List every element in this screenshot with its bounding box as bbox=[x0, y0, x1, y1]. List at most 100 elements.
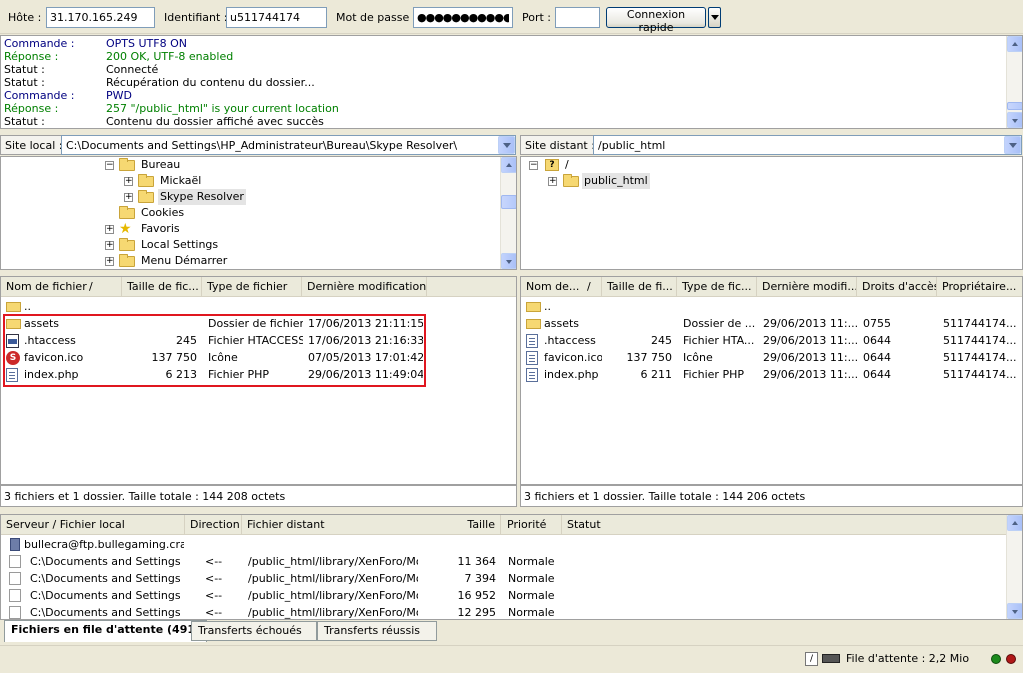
column-priority[interactable]: Priorité bbox=[502, 515, 562, 535]
column-status[interactable]: Statut bbox=[562, 515, 1022, 535]
password-input[interactable] bbox=[413, 7, 513, 28]
port-input[interactable] bbox=[555, 7, 600, 28]
queue-row[interactable]: C:\Documents and Settings\... <-- /publi… bbox=[1, 570, 1001, 587]
tree-node-local-settings[interactable]: + Local Settings bbox=[1, 237, 501, 253]
scroll-down-icon[interactable] bbox=[1007, 112, 1022, 128]
expand-icon[interactable]: + bbox=[105, 225, 114, 234]
column-modified[interactable]: Dernière modification bbox=[302, 277, 427, 297]
local-tree-scrollbar[interactable] bbox=[500, 157, 516, 269]
folder-icon bbox=[119, 238, 135, 251]
file-row[interactable]: index.php 6 213 Fichier PHP 29/06/2013 1… bbox=[1, 366, 427, 383]
file-row[interactable]: .. bbox=[521, 298, 1021, 315]
send-led-icon bbox=[991, 654, 1001, 664]
column-type[interactable]: Type de fichier bbox=[202, 277, 302, 297]
file-row[interactable]: index.php 6 211 Fichier PHP 29/06/2013 1… bbox=[521, 366, 1021, 383]
tab-failed-transfers[interactable]: Transferts échoués bbox=[191, 621, 317, 641]
message-log: Commande : OPTS UTF8 ON Réponse :200 OK, … bbox=[0, 35, 1023, 129]
folder-icon bbox=[526, 302, 541, 312]
folder-icon bbox=[138, 174, 154, 187]
scroll-up-icon[interactable] bbox=[1007, 36, 1022, 52]
folder-icon bbox=[526, 319, 541, 329]
queue-header: Serveur / Fichier local Direction Fichie… bbox=[1, 515, 1022, 535]
tree-node-menu-demarrer[interactable]: + Menu Démarrer bbox=[1, 253, 501, 269]
scroll-thumb[interactable] bbox=[1007, 102, 1022, 110]
port-label: Port : bbox=[522, 11, 552, 24]
status-bar: / File d'attente : 2,2 Mio bbox=[0, 645, 1023, 673]
scroll-down-icon[interactable] bbox=[501, 253, 516, 269]
file-row[interactable]: favicon.ico 137 750 Icône 29/06/2013 11:… bbox=[521, 349, 1021, 366]
tree-node-cookies[interactable]: Cookies bbox=[1, 205, 501, 221]
sort-indicator-icon: / bbox=[587, 280, 591, 293]
log-line: Statut : Connecté bbox=[4, 63, 159, 76]
tab-successful-transfers[interactable]: Transferts réussis bbox=[317, 621, 437, 641]
tree-node-public-html[interactable]: + public_html bbox=[521, 173, 1001, 189]
remote-site-label: Site distant : bbox=[520, 135, 600, 155]
queue-row[interactable]: C:\Documents and Settings\... <-- /publi… bbox=[1, 553, 1001, 570]
column-size[interactable]: Taille bbox=[411, 515, 501, 535]
local-path-dropdown[interactable] bbox=[498, 136, 515, 154]
file-icon bbox=[9, 606, 21, 619]
log-line: Commande : PWD bbox=[4, 89, 132, 102]
column-server-local[interactable]: Serveur / Fichier local bbox=[1, 515, 185, 535]
expand-icon[interactable]: + bbox=[105, 257, 114, 266]
queue-scrollbar[interactable] bbox=[1006, 515, 1022, 619]
column-size[interactable]: Taille de fi... bbox=[602, 277, 677, 297]
tree-node-bureau[interactable]: − Bureau bbox=[1, 157, 501, 173]
tree-node-skype-resolver[interactable]: + Skype Resolver bbox=[1, 189, 501, 205]
scroll-thumb[interactable] bbox=[501, 195, 516, 209]
file-icon bbox=[9, 589, 21, 602]
collapse-icon[interactable]: − bbox=[529, 161, 538, 170]
expand-icon[interactable]: + bbox=[105, 241, 114, 250]
column-permissions[interactable]: Droits d'accès bbox=[857, 277, 937, 297]
column-filename[interactable]: Nom de fichier / bbox=[1, 277, 122, 297]
scroll-up-icon[interactable] bbox=[1007, 515, 1022, 531]
file-row[interactable]: assets Dossier de ... 29/06/2013 11:... … bbox=[521, 315, 1021, 332]
tree-node-root[interactable]: − ? / bbox=[521, 157, 1001, 173]
queue-tabs: Fichiers en file d'attente (491) Transfe… bbox=[0, 620, 1023, 642]
folder-icon bbox=[119, 158, 135, 171]
collapse-icon[interactable]: − bbox=[105, 161, 114, 170]
receive-led-icon bbox=[1006, 654, 1016, 664]
user-input[interactable] bbox=[226, 7, 327, 28]
column-modified[interactable]: Dernière modifi... bbox=[757, 277, 857, 297]
unknown-folder-icon: ? bbox=[545, 159, 559, 171]
remote-path-dropdown[interactable] bbox=[1004, 136, 1021, 154]
file-row[interactable]: S favicon.ico 137 750 Icône 07/05/2013 1… bbox=[1, 349, 427, 366]
folder-icon bbox=[138, 190, 154, 203]
expand-icon[interactable]: + bbox=[548, 177, 557, 186]
queue-row[interactable]: C:\Documents and Settings\... <-- /publi… bbox=[1, 604, 1001, 619]
file-row[interactable]: .htaccess 245 Fichier HTACCESS 17/06/201… bbox=[1, 332, 427, 349]
expand-icon[interactable]: + bbox=[124, 177, 133, 186]
scroll-down-icon[interactable] bbox=[1007, 603, 1022, 619]
column-size[interactable]: Taille de fic... bbox=[122, 277, 202, 297]
star-icon: ★ bbox=[119, 221, 132, 237]
tab-queued-files[interactable]: Fichiers en file d'attente (491) bbox=[4, 620, 208, 642]
local-site-bar: Site local : C:\Documents and Settings\H… bbox=[0, 134, 517, 156]
quickconnect-button[interactable]: Connexion rapide bbox=[606, 7, 706, 34]
local-tree: − Bureau + Mickaël + Skype Resolver Cook… bbox=[0, 156, 517, 270]
expand-icon[interactable]: + bbox=[124, 193, 133, 202]
host-label: Hôte : bbox=[8, 11, 42, 24]
column-owner[interactable]: Propriétaire... bbox=[937, 277, 1022, 297]
file-row[interactable]: .htaccess 245 Fichier HTA... 29/06/2013 … bbox=[521, 332, 1021, 349]
file-icon bbox=[9, 572, 21, 585]
file-row[interactable]: .. bbox=[1, 298, 427, 315]
remote-file-list: Nom de... / Taille de fi... Type de fic..… bbox=[520, 276, 1023, 485]
tree-node-mickael[interactable]: + Mickaël bbox=[1, 173, 501, 189]
quickconnect-history-dropdown[interactable] bbox=[708, 7, 721, 28]
queue-server-row[interactable]: bullecra@ftp.bullegaming.cra... bbox=[1, 536, 1001, 553]
column-direction[interactable]: Direction bbox=[185, 515, 242, 535]
queue-row[interactable]: C:\Documents and Settings\... <-- /publi… bbox=[1, 587, 1001, 604]
host-input[interactable] bbox=[46, 7, 155, 28]
scroll-up-icon[interactable] bbox=[501, 157, 516, 173]
php-file-icon bbox=[526, 368, 538, 382]
tree-node-favoris[interactable]: + ★ Favoris bbox=[1, 221, 501, 237]
log-line: Réponse :200 OK, UTF-8 enabled bbox=[4, 50, 234, 63]
log-scrollbar[interactable] bbox=[1006, 36, 1022, 128]
remote-path-input[interactable]: /public_html bbox=[593, 135, 1022, 155]
password-label: Mot de passe : bbox=[336, 11, 417, 24]
local-path-input[interactable]: C:\Documents and Settings\HP_Administrat… bbox=[61, 135, 516, 155]
file-row[interactable]: assets Dossier de fichiers 17/06/2013 21… bbox=[1, 315, 427, 332]
column-type[interactable]: Type de fic... bbox=[677, 277, 757, 297]
column-filename[interactable]: Nom de... / bbox=[521, 277, 602, 297]
